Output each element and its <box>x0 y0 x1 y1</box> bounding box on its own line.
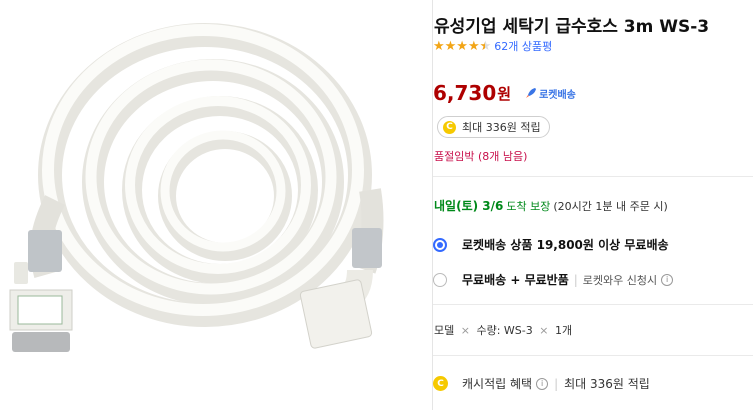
rating-row[interactable]: ★★★★★★ 62개 상품평 <box>433 38 552 54</box>
stock-notice: 품절임박 (8개 남음) <box>434 150 528 163</box>
option-sub-label: 로켓와우 신청시 <box>582 273 658 287</box>
divider <box>433 355 753 356</box>
product-image[interactable] <box>0 0 412 410</box>
delivery-info: 내일(토) 3/6 도착 보장 (20시간 1분 내 주문 시) <box>434 197 668 214</box>
price-currency: 원 <box>497 84 512 103</box>
rocket-icon <box>526 88 537 98</box>
cash-coin-icon: C <box>433 376 448 391</box>
model-value: WS-3 <box>503 324 533 337</box>
cash-pill-text: 최대 336원 적립 <box>462 121 541 134</box>
radio-selected-icon[interactable] <box>433 237 447 252</box>
rocket-badge: 로켓배송 <box>525 86 576 101</box>
delivery-guarantee: 도착 보장 <box>506 199 551 213</box>
hose-image <box>9 23 384 352</box>
info-icon[interactable]: i <box>536 377 549 390</box>
model-label: 모델 <box>434 324 455 337</box>
times-symbol: × <box>460 324 470 337</box>
star-rating: ★★★★★★ <box>433 38 492 54</box>
cash-benefit-label: 캐시적립 혜택 <box>462 377 533 391</box>
shipping-option-free[interactable]: 무료배송 + 무료반품 | 로켓와우 신청시 i <box>433 271 674 288</box>
option-label: 무료배송 + 무료반품 <box>462 273 569 287</box>
review-count-link[interactable]: 62개 상품평 <box>494 38 552 54</box>
delivery-date: 내일(토) 3/6 <box>434 199 504 213</box>
quantity-label: 수량: <box>476 324 501 337</box>
divider <box>433 176 753 177</box>
rocket-label: 로켓배송 <box>539 89 576 101</box>
separator: | <box>573 272 578 287</box>
info-icon[interactable]: i <box>661 273 674 286</box>
product-title: 유성기업 세탁기 급수호스 3m WS-3 <box>434 17 710 37</box>
cash-coin-icon: C <box>443 120 456 134</box>
cash-benefit: C 캐시적립 혜택 i | 최대 336원 적립 <box>433 375 650 392</box>
model-quantity: 모델 × 수량: WS-3 × 1개 <box>434 322 572 338</box>
shipping-option-rocket[interactable]: 로켓배송 상품 19,800원 이상 무료배송 <box>433 236 669 253</box>
delivery-cutoff: (20시간 1분 내 주문 시) <box>553 199 668 213</box>
radio-unselected-icon[interactable] <box>433 272 447 287</box>
separator: | <box>554 376 559 391</box>
price-row: 6,730 원 로켓배송 <box>433 81 576 105</box>
cash-reward-pill: C 최대 336원 적립 <box>437 116 550 138</box>
times-symbol: × <box>539 324 549 337</box>
product-info: 유성기업 세탁기 급수호스 3m WS-3 ★★★★★★ 62개 상품평 6,7… <box>432 0 753 410</box>
option-label: 로켓배송 상품 19,800원 이상 무료배송 <box>462 238 669 252</box>
quantity-value: 1개 <box>554 324 573 337</box>
cash-benefit-amount: 최대 336원 적립 <box>564 377 650 391</box>
divider <box>433 304 753 305</box>
price-value: 6,730 <box>433 81 497 105</box>
